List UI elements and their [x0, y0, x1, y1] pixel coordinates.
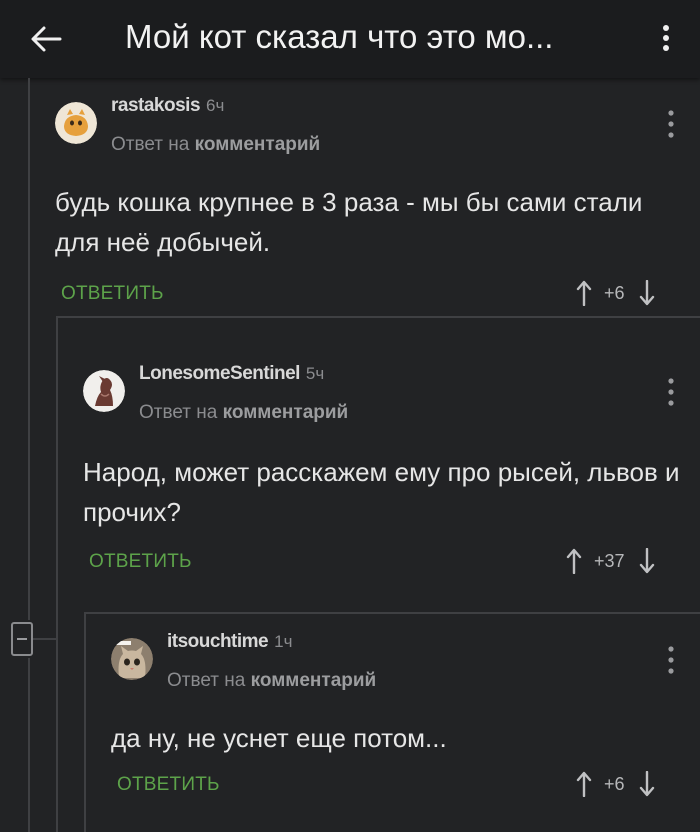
comment-time: 1ч	[274, 632, 293, 651]
comment: itsouchtime 1ч Ответ на комментарий да ну…	[0, 0, 700, 832]
vote-score: +6	[604, 773, 625, 794]
upvote-icon[interactable]	[576, 771, 592, 797]
reply-to-label: Ответ на комментарий	[167, 670, 377, 691]
comment-body: да ну, не уснет еще потом...	[111, 723, 447, 753]
avatar[interactable]	[111, 638, 153, 680]
more-vertical-icon[interactable]	[666, 643, 676, 677]
reply-to-link[interactable]: комментарий	[251, 670, 377, 691]
vote-controls: +6	[576, 769, 655, 799]
username[interactable]: itsouchtime 1ч	[167, 631, 292, 653]
reply-button[interactable]: ОТВЕТИТЬ	[117, 774, 220, 796]
downvote-icon[interactable]	[639, 771, 655, 797]
